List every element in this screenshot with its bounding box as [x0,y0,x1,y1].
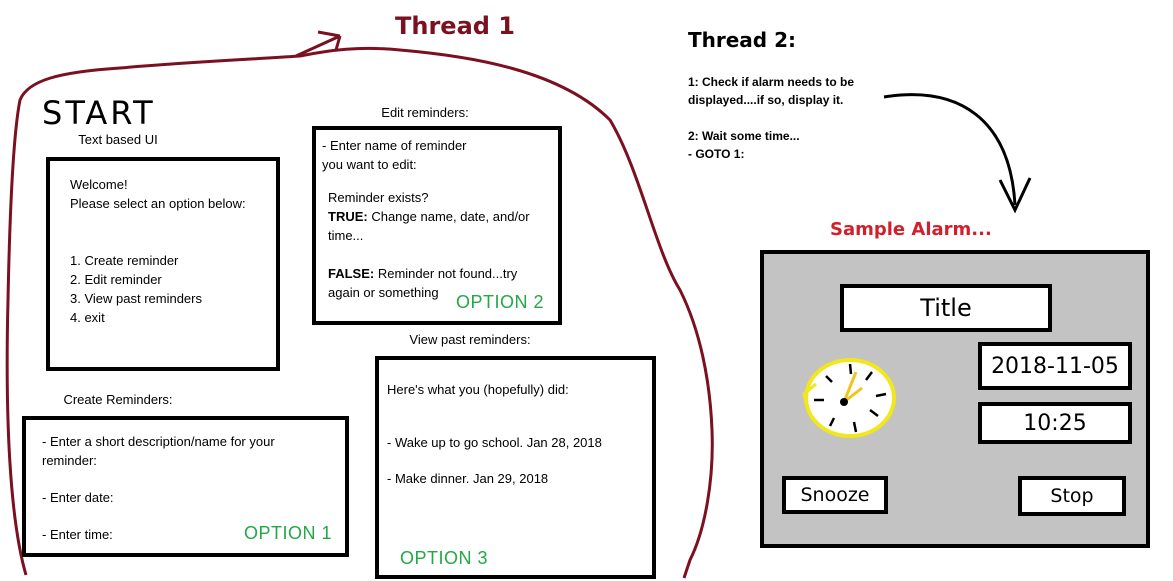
create-label: Create Reminders: [63,392,173,407]
option-1-label: OPTION 1 [244,523,333,543]
menu-option-view[interactable]: 3. View past reminders [70,289,276,308]
thread2-arrow-icon [883,93,1017,206]
thread2-title: Thread 2: [688,28,796,52]
edit-true-line2: time... [328,228,364,243]
edit-false-line: FALSE: Reminder not found...try [328,264,558,283]
alarm-time: 10:25 [978,402,1132,444]
stop-button[interactable]: Stop [1018,476,1126,516]
view-entry-2: - Make dinner. Jan 29, 2018 [387,471,549,486]
start-subtitle: Text based UI [78,132,158,147]
thread2-step1-line2: displayed....if so, display it. [688,93,844,107]
menu-option-exit[interactable]: 4. exit [70,308,276,327]
create-desc-line2: reminder: [42,453,97,468]
edit-prompt-line1: - Enter name of reminder [322,138,467,153]
snooze-button[interactable]: Snooze [782,476,888,514]
false-label: FALSE: [328,266,375,281]
menu-option-create[interactable]: 1. Create reminder [70,251,276,270]
option-3-label: OPTION 3 [400,548,489,568]
create-date-line: - Enter date: [42,490,114,505]
thread2-step2: 2: Wait some time... [688,129,800,143]
thread2-steps: 1: Check if alarm needs to be displayed.… [688,73,854,163]
alarm-title: Title [840,284,1052,332]
create-desc-line1: - Enter a short description/name for you… [42,434,275,449]
true-label: TRUE: [328,209,368,224]
false-text: Reminder not found...try [374,266,518,281]
edit-exists-question: Reminder exists? [328,190,429,205]
option-2-label: OPTION 2 [456,292,545,312]
menu-option-edit[interactable]: 2. Edit reminder [70,270,276,289]
edit-prompt-line2: you want to edit: [322,157,417,172]
alarm-panel: Title 2018-11-05 10:25 Snooze Stop [760,250,1150,548]
view-intro: Here's what you (hopefully) did: [387,382,569,397]
clock-icon [802,358,896,438]
welcome-box: Welcome! Please select an option below: … [46,157,280,371]
alarm-date: 2018-11-05 [978,342,1132,390]
view-entry-1: - Wake up to go school. Jan 28, 2018 [387,435,602,450]
view-box: Here's what you (hopefully) did: - Wake … [375,356,656,579]
welcome-line: Welcome! [70,177,128,192]
view-label: View past reminders: [409,332,531,347]
alarm-caption: Sample Alarm... [830,219,992,240]
true-text: Change name, date, and/or [367,209,530,224]
welcome-prompt: Please select an option below: [70,196,246,211]
thread2-step1-line1: 1: Check if alarm needs to be [688,75,855,89]
start-title: START [42,94,156,132]
edit-label: Edit reminders: [381,105,469,120]
thread2-goto: - GOTO 1: [688,147,745,161]
edit-true-line: TRUE: Change name, date, and/or [328,207,558,226]
thread1-title: Thread 1 [395,12,515,40]
